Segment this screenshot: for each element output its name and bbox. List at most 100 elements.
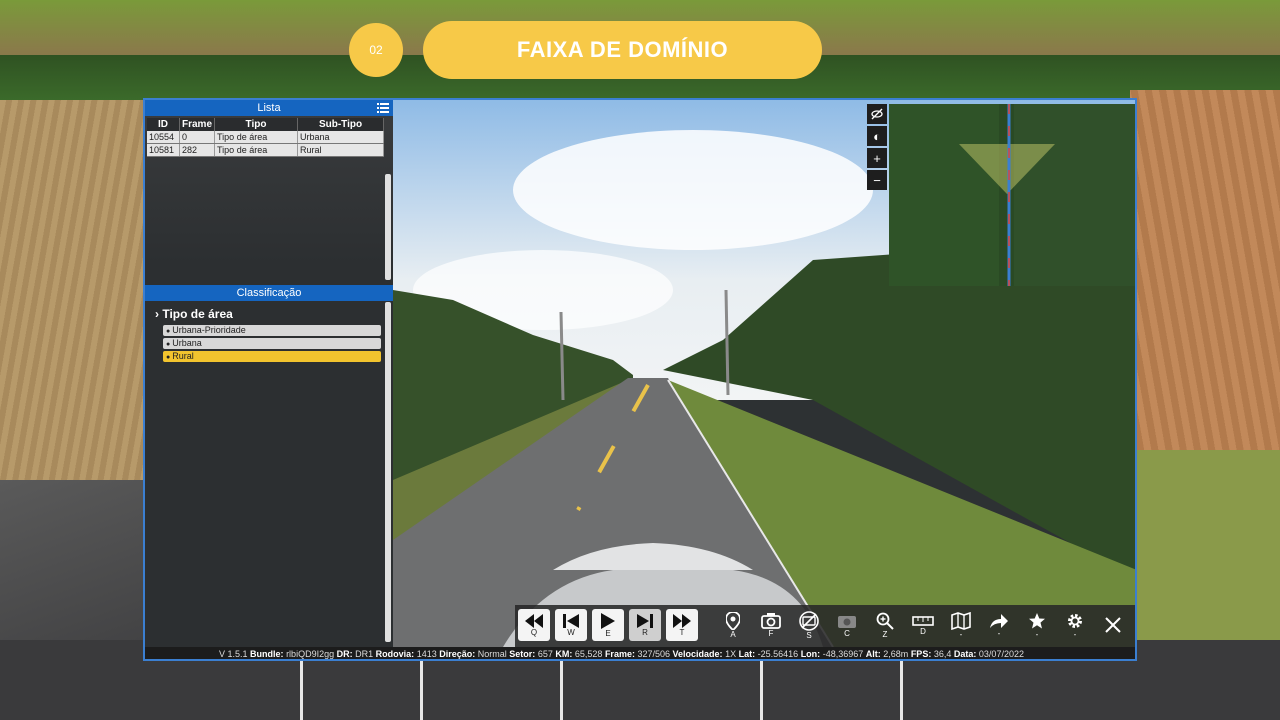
list-panel-header: Lista bbox=[145, 100, 393, 116]
camera-delete-button[interactable]: C bbox=[831, 609, 863, 641]
classification-scrollbar[interactable] bbox=[385, 302, 391, 642]
tree-item-urbana-prioridade[interactable]: Urbana-Prioridade bbox=[163, 325, 381, 336]
page-title: FAIXA DE DOMÍNIO bbox=[423, 21, 822, 79]
share-forward-icon bbox=[990, 613, 1008, 628]
status-bundle: rlbiQD9I2gg bbox=[286, 649, 335, 659]
map-icon bbox=[951, 611, 971, 630]
fast-forward-icon bbox=[673, 613, 691, 628]
play-icon bbox=[601, 612, 615, 629]
status-velocidade: 1X bbox=[725, 649, 737, 659]
previous-button[interactable]: W bbox=[555, 609, 587, 641]
key-hint: S bbox=[806, 630, 812, 640]
col-subtipo[interactable]: Sub-Tipo bbox=[297, 118, 384, 131]
camera-delete-icon bbox=[838, 615, 856, 628]
key-hint: C bbox=[844, 628, 850, 638]
key-hint: R bbox=[642, 627, 648, 637]
gear-icon bbox=[1068, 613, 1082, 628]
camera-icon bbox=[761, 612, 781, 629]
col-id[interactable]: ID bbox=[147, 118, 180, 131]
list-table: ID Frame Tipo Sub-Tipo 10554 0 Tipo de á… bbox=[147, 118, 384, 157]
key-hint: E bbox=[605, 628, 611, 638]
status-lat: -25.56416 bbox=[757, 649, 799, 659]
tree-item-rural[interactable]: Rural bbox=[163, 351, 381, 362]
status-direcao: Normal bbox=[477, 649, 507, 659]
cell-id: 10581 bbox=[147, 143, 180, 157]
location-button[interactable]: A bbox=[717, 609, 749, 641]
map-tools: ◐ + − bbox=[867, 104, 887, 192]
key-hint: W bbox=[567, 627, 575, 637]
zoom-icon bbox=[876, 612, 894, 630]
rewind-icon bbox=[525, 613, 543, 628]
status-fps: 36,4 bbox=[933, 649, 952, 659]
col-frame[interactable]: Frame bbox=[179, 118, 216, 131]
cell-tipo: Tipo de área bbox=[214, 131, 299, 144]
status-lon: -48,36967 bbox=[822, 649, 864, 659]
cell-id: 10554 bbox=[147, 131, 180, 144]
zoom-button[interactable]: Z bbox=[869, 609, 901, 641]
zoom-out-icon[interactable]: − bbox=[867, 170, 887, 190]
status-rodovia: 1413 bbox=[416, 649, 437, 659]
col-tipo[interactable]: Tipo bbox=[214, 118, 299, 131]
camera-button[interactable]: F bbox=[755, 609, 787, 641]
key-hint: T bbox=[679, 627, 685, 637]
tree-item-urbana[interactable]: Urbana bbox=[163, 338, 381, 349]
favorite-button[interactable]: - bbox=[1021, 609, 1053, 641]
key-hint: - bbox=[1035, 629, 1039, 639]
key-hint: - bbox=[959, 629, 963, 639]
fast-forward-button[interactable]: T bbox=[666, 609, 698, 641]
ruler-icon bbox=[912, 615, 934, 626]
forward-button[interactable]: - bbox=[983, 609, 1015, 641]
table-row[interactable]: 10554 0 Tipo de área Urbana bbox=[147, 131, 384, 144]
tree-group-tipo-de-area[interactable]: › Tipo de área bbox=[155, 307, 393, 321]
minimap[interactable] bbox=[889, 104, 1135, 286]
key-hint: Q bbox=[530, 627, 538, 637]
cell-subtipo: Rural bbox=[297, 143, 384, 157]
status-data: 03/07/2022 bbox=[978, 649, 1024, 659]
skip-next-icon bbox=[637, 613, 653, 628]
key-hint: A bbox=[730, 629, 736, 639]
skip-previous-icon bbox=[563, 613, 579, 628]
viewer-window: Lista ID Frame Tipo Sub-Tipo 10554 0 Tip… bbox=[143, 98, 1137, 661]
zoom-in-icon[interactable]: + bbox=[867, 148, 887, 168]
list-panel-title: Lista bbox=[257, 102, 281, 114]
close-icon bbox=[1105, 616, 1121, 633]
key-hint: - bbox=[997, 628, 1001, 638]
cell-frame: 282 bbox=[179, 143, 216, 157]
key-hint: - bbox=[1073, 629, 1077, 639]
status-frame: 327/506 bbox=[637, 649, 671, 659]
status-version: V 1.5.1 bbox=[219, 649, 248, 659]
settings-button[interactable]: - bbox=[1059, 609, 1091, 641]
next-button[interactable]: R bbox=[629, 609, 661, 641]
key-hint: D bbox=[920, 626, 926, 636]
location-pin-icon bbox=[726, 611, 740, 630]
close-button[interactable] bbox=[1097, 609, 1129, 641]
satellite-map bbox=[889, 104, 1135, 286]
status-dr: DR1 bbox=[355, 649, 374, 659]
list-scrollbar[interactable] bbox=[385, 174, 391, 280]
camera-off-button[interactable]: S bbox=[793, 609, 825, 641]
classification-header: Classificação bbox=[145, 285, 393, 301]
play-button[interactable]: E bbox=[592, 609, 624, 641]
eye-off-icon[interactable] bbox=[867, 104, 887, 124]
key-hint: Z bbox=[882, 629, 888, 639]
playback-toolbar: Q W E R T A F S C Z D - - - - bbox=[515, 605, 1135, 647]
chevron-right-icon: › bbox=[155, 307, 159, 321]
rewind-button[interactable]: Q bbox=[518, 609, 550, 641]
star-icon bbox=[1029, 612, 1045, 628]
key-hint: F bbox=[768, 628, 774, 638]
tree-group-label: Tipo de área bbox=[162, 307, 233, 321]
cell-subtipo: Urbana bbox=[297, 131, 384, 144]
map-button[interactable]: - bbox=[945, 609, 977, 641]
camera-off-icon bbox=[799, 610, 819, 631]
list-menu-icon[interactable] bbox=[376, 101, 390, 115]
contrast-icon[interactable]: ◐ bbox=[867, 126, 887, 146]
status-alt: 2,68m bbox=[883, 649, 909, 659]
cell-frame: 0 bbox=[179, 131, 216, 144]
cell-tipo: Tipo de área bbox=[214, 143, 299, 157]
table-row[interactable]: 10581 282 Tipo de área Rural bbox=[147, 143, 384, 157]
status-setor: 657 bbox=[537, 649, 553, 659]
sidebar: Lista ID Frame Tipo Sub-Tipo 10554 0 Tip… bbox=[145, 100, 393, 647]
ruler-button[interactable]: D bbox=[907, 609, 939, 641]
status-bar: V 1.5.1 Bundle: rlbiQD9I2gg DR: DR1 Rodo… bbox=[145, 647, 1135, 659]
step-badge: 02 bbox=[349, 23, 403, 77]
